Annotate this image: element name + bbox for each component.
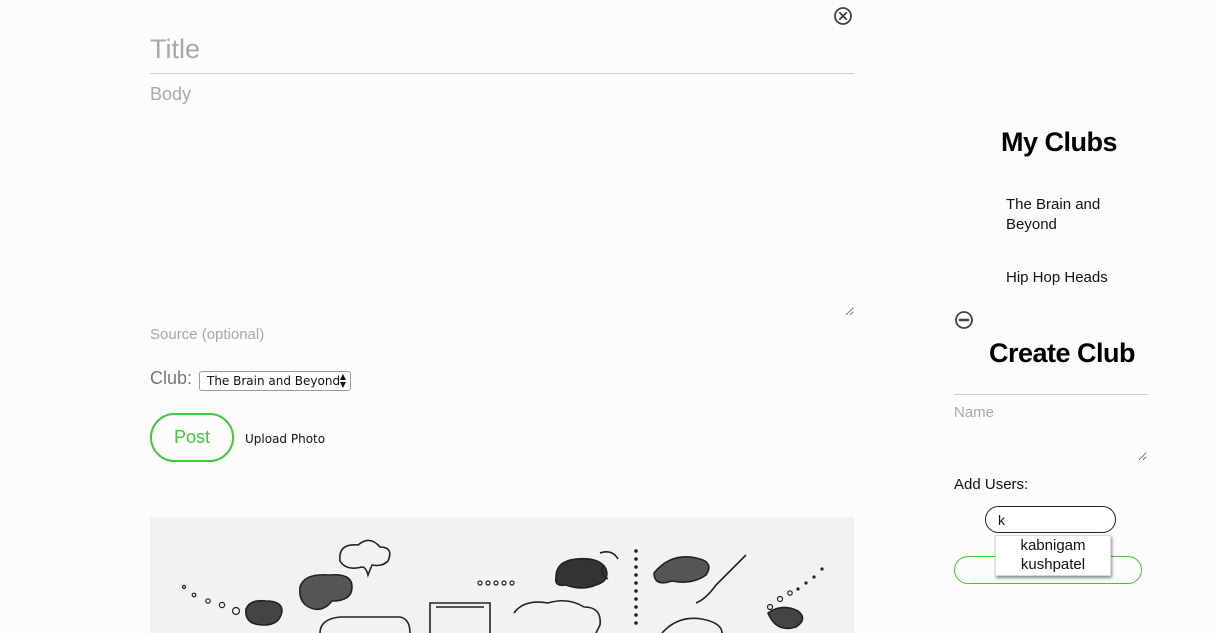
close-circle-icon[interactable] xyxy=(833,6,853,26)
club-name-input[interactable] xyxy=(954,404,1147,461)
updown-arrows-icon: ▲ ▼ xyxy=(339,372,346,389)
add-users-label: Add Users: xyxy=(954,476,1029,493)
create-club-heading: Create Club xyxy=(989,338,1136,368)
club-select[interactable]: The Brain and Beyond ▲ ▼ xyxy=(199,371,351,391)
post-source-input[interactable] xyxy=(150,322,854,346)
user-suggestion-item[interactable]: kushpatel xyxy=(996,555,1110,574)
post-body-textarea[interactable] xyxy=(150,84,854,316)
club-select-value: The Brain and Beyond xyxy=(207,374,341,388)
my-clubs-heading: My Clubs xyxy=(1001,127,1118,157)
sketch-illustration xyxy=(150,517,854,633)
club-label: Club: xyxy=(150,368,193,388)
add-users-input[interactable] xyxy=(985,506,1116,533)
minus-circle-icon[interactable] xyxy=(954,310,974,330)
create-club-divider xyxy=(954,394,1148,395)
user-suggestion-item[interactable]: kabnigam xyxy=(996,536,1110,555)
club-link-brain-and-beyond[interactable]: The Brain and Beyond xyxy=(1006,195,1116,235)
post-title-input[interactable] xyxy=(150,26,854,74)
user-suggestions-dropdown: kabnigam kushpatel xyxy=(995,535,1111,576)
club-link-hip-hop-heads[interactable]: Hip Hop Heads xyxy=(1006,268,1116,288)
upload-photo-link[interactable]: Upload Photo xyxy=(245,432,325,446)
post-button[interactable]: Post xyxy=(150,413,234,462)
